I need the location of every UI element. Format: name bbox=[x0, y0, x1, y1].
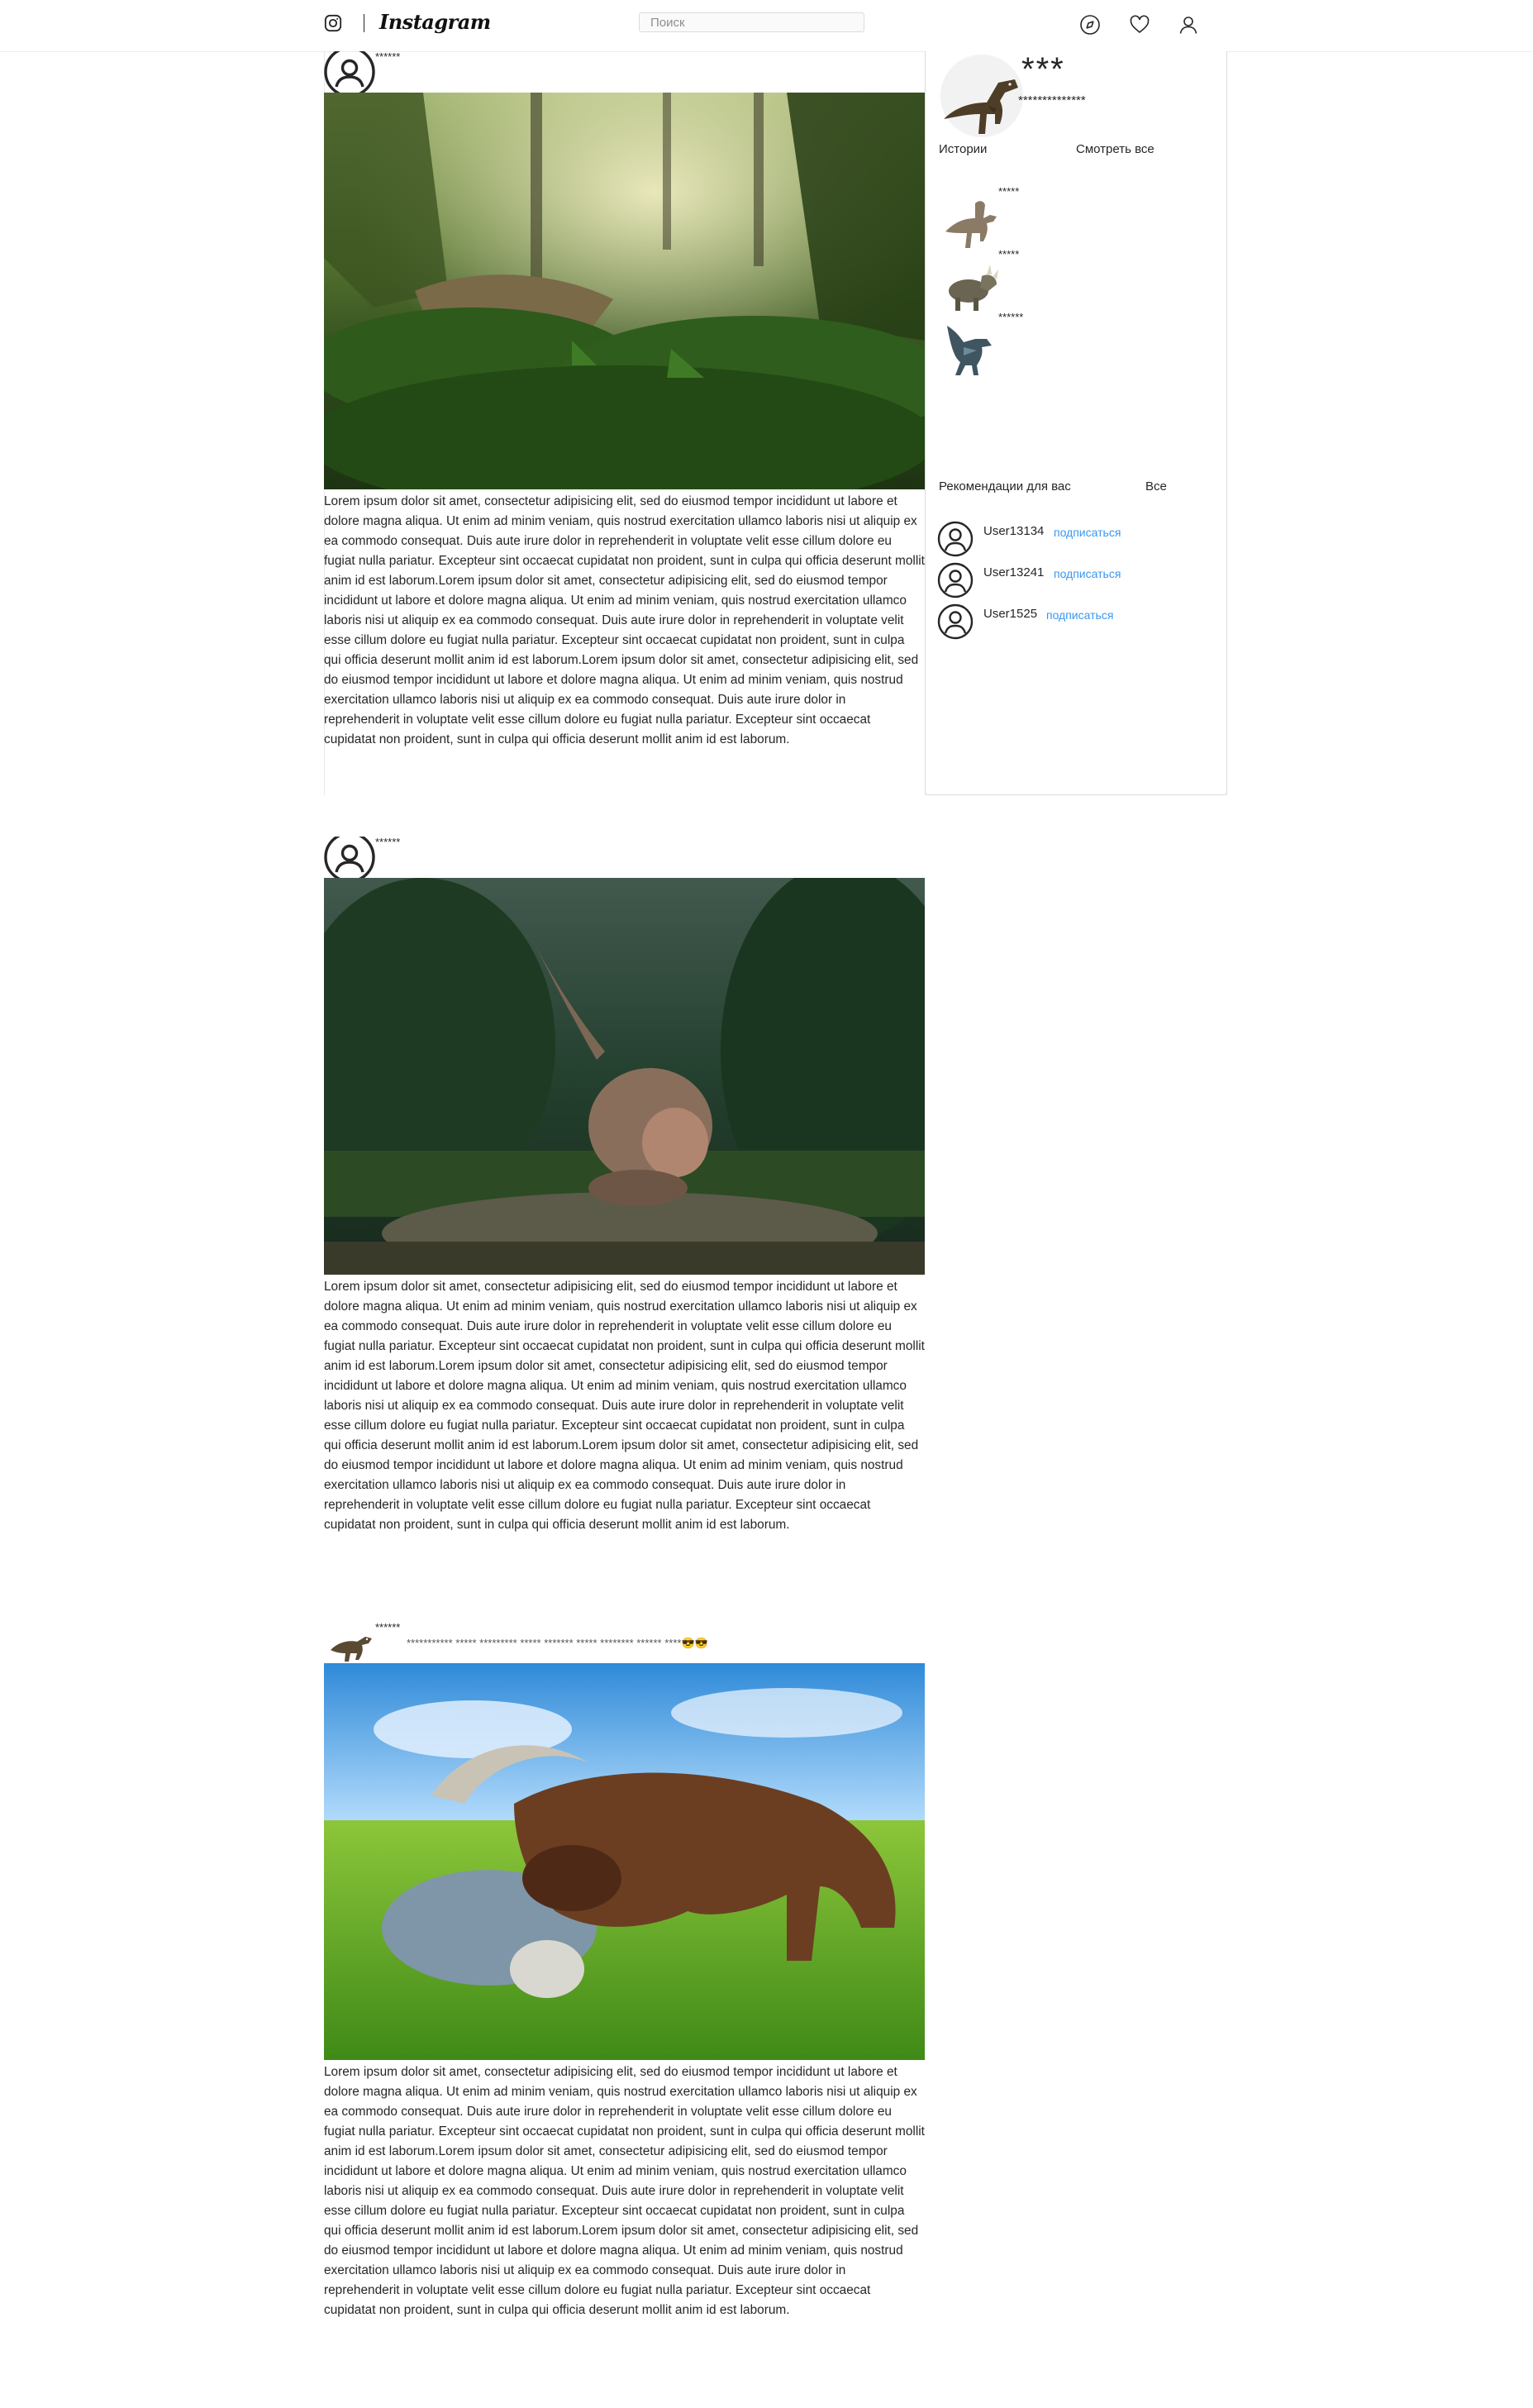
stories-see-all-link[interactable]: Смотреть все bbox=[1076, 142, 1155, 156]
story-item[interactable]: ***** bbox=[939, 185, 1020, 251]
dinosaur-avatar-icon[interactable] bbox=[939, 55, 1025, 137]
sidebar: *** ************** Истории Смотреть все … bbox=[925, 51, 1227, 795]
explore-compass-icon[interactable] bbox=[1079, 14, 1101, 36]
story-username: ****** bbox=[998, 311, 1024, 323]
post-username[interactable]: ****** bbox=[375, 51, 400, 63]
post-photo-jungle[interactable] bbox=[324, 93, 925, 489]
post-caption: Lorem ipsum dolor sit amet, consectetur … bbox=[324, 1280, 925, 1532]
user-avatar-icon[interactable] bbox=[324, 837, 375, 878]
profile-name[interactable]: *** bbox=[1021, 53, 1065, 86]
post-username[interactable]: ****** bbox=[375, 1622, 400, 1633]
follow-button[interactable]: подписаться bbox=[1054, 526, 1121, 539]
user-avatar-icon[interactable] bbox=[937, 603, 974, 640]
dinosaur-avatar-icon bbox=[947, 326, 992, 375]
story-username: ***** bbox=[998, 248, 1020, 260]
feed-post: ****** Lorem ipsum dolor sit amet, conse… bbox=[324, 837, 925, 1564]
post-caption: Lorem ipsum dolor sit amet, consectetur … bbox=[324, 2065, 925, 2317]
dinosaur-avatar-icon bbox=[949, 265, 998, 311]
profile-icon[interactable] bbox=[1178, 14, 1199, 36]
recommendation-username[interactable]: User1525 bbox=[983, 607, 1037, 621]
top-navbar: Instagram bbox=[0, 0, 1533, 52]
user-avatar-icon[interactable] bbox=[937, 521, 974, 557]
dinosaur-avatar-icon[interactable] bbox=[324, 1622, 375, 1663]
heart-icon[interactable] bbox=[1129, 14, 1150, 36]
post-username[interactable]: ****** bbox=[375, 837, 400, 848]
instagram-logo-icon[interactable] bbox=[324, 14, 342, 32]
recommendation-row: User13134 подписаться bbox=[937, 521, 1218, 557]
post-photo-dinosaur-pond[interactable] bbox=[324, 878, 925, 1275]
feed-post: ****** *********** ***** ********* *****… bbox=[324, 1622, 925, 2349]
story-item[interactable]: ***** bbox=[939, 248, 1020, 314]
recommendation-username[interactable]: User13134 bbox=[983, 524, 1044, 538]
brand-wordmark[interactable]: Instagram bbox=[379, 10, 491, 34]
recommendation-row: User1525 подписаться bbox=[937, 603, 1218, 640]
follow-button[interactable]: подписаться bbox=[1054, 567, 1121, 580]
feed-post: ****** Lorem ipsum dolor sit amet, conse… bbox=[324, 51, 925, 795]
search-input[interactable] bbox=[639, 12, 864, 32]
story-item[interactable]: ****** bbox=[939, 311, 1023, 377]
recommendation-username[interactable]: User13241 bbox=[983, 565, 1044, 579]
follow-button[interactable]: подписаться bbox=[1046, 608, 1113, 622]
recommendations-title: Рекомендации для вас bbox=[939, 479, 1071, 494]
user-avatar-icon[interactable] bbox=[324, 51, 375, 93]
recommendation-row: User13241 подписаться bbox=[937, 562, 1218, 598]
dinosaur-avatar-icon bbox=[945, 201, 997, 248]
profile-subtitle: ************** bbox=[1018, 93, 1086, 107]
post-hashtags: *********** ***** ********* ***** ******… bbox=[407, 1637, 708, 1649]
story-username: ***** bbox=[998, 185, 1020, 198]
post-photo-dinosaur-fight[interactable] bbox=[324, 1663, 925, 2060]
stories-title: Истории bbox=[939, 142, 988, 156]
recommendations-see-all-link[interactable]: Все bbox=[1145, 479, 1167, 494]
post-caption: Lorem ipsum dolor sit amet, consectetur … bbox=[324, 494, 925, 746]
user-avatar-icon[interactable] bbox=[937, 562, 974, 598]
